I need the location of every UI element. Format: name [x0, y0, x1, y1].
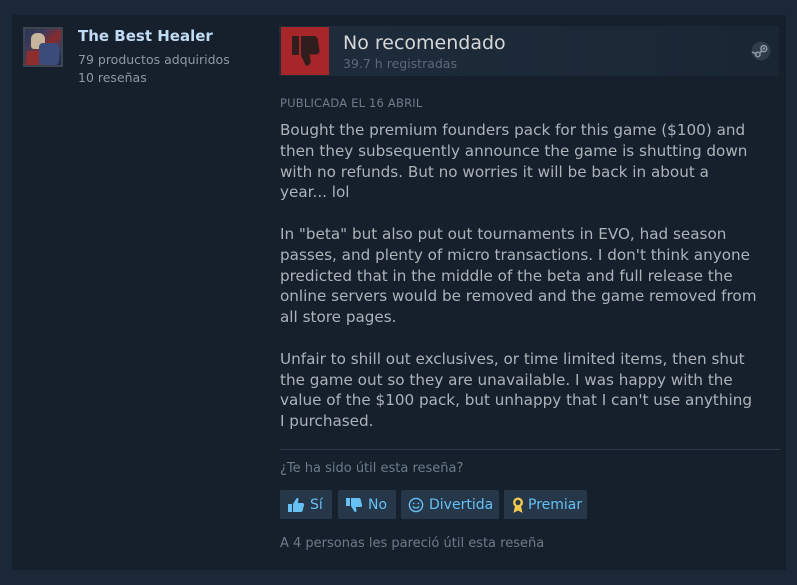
vote-yes-button[interactable]: Sí: [280, 490, 332, 519]
hours-played: 39.7 h registradas: [343, 56, 457, 71]
review-paragraph: Unfair to shill out exclusives, or time …: [280, 349, 752, 431]
award-icon: [511, 496, 525, 514]
thumbs-up-icon: [287, 497, 305, 513]
author-name[interactable]: The Best Healer: [78, 27, 213, 45]
author-reviews-count[interactable]: 10 reseñas: [78, 70, 147, 85]
vote-yes-label: Sí: [310, 496, 323, 513]
award-label: Premiar: [528, 496, 583, 513]
helpful-count: A 4 personas les pareció útil esta reseñ…: [280, 536, 545, 551]
review-card: The Best Healer 79 productos adquiridos …: [12, 15, 786, 570]
review-verdict: No recomendado: [343, 32, 506, 54]
divider: [280, 449, 780, 450]
vote-funny-label: Divertida: [429, 496, 494, 513]
posted-date: PUBLICADA EL 16 ABRIL: [280, 96, 423, 110]
review-paragraph: In "beta" but also put out tournaments i…: [280, 224, 757, 327]
review-paragraph: Bought the premium founders pack for thi…: [280, 121, 748, 202]
vote-no-label: No: [368, 496, 388, 513]
review-body: Bought the premium founders pack for thi…: [280, 120, 758, 453]
thumbs-down-icon: [281, 27, 329, 75]
award-button[interactable]: Premiar: [504, 490, 587, 519]
review-header[interactable]: No recomendado 39.7 h registradas: [279, 26, 779, 76]
author-products-count[interactable]: 79 productos adquiridos: [78, 52, 230, 67]
smiley-icon: [408, 497, 424, 513]
helpful-question: ¿Te ha sido útil esta reseña?: [280, 461, 464, 476]
thumbs-down-icon: [345, 497, 363, 513]
steam-icon: [751, 41, 771, 65]
vote-no-button[interactable]: No: [338, 490, 396, 519]
avatar[interactable]: [23, 27, 63, 67]
vote-funny-button[interactable]: Divertida: [401, 490, 499, 519]
